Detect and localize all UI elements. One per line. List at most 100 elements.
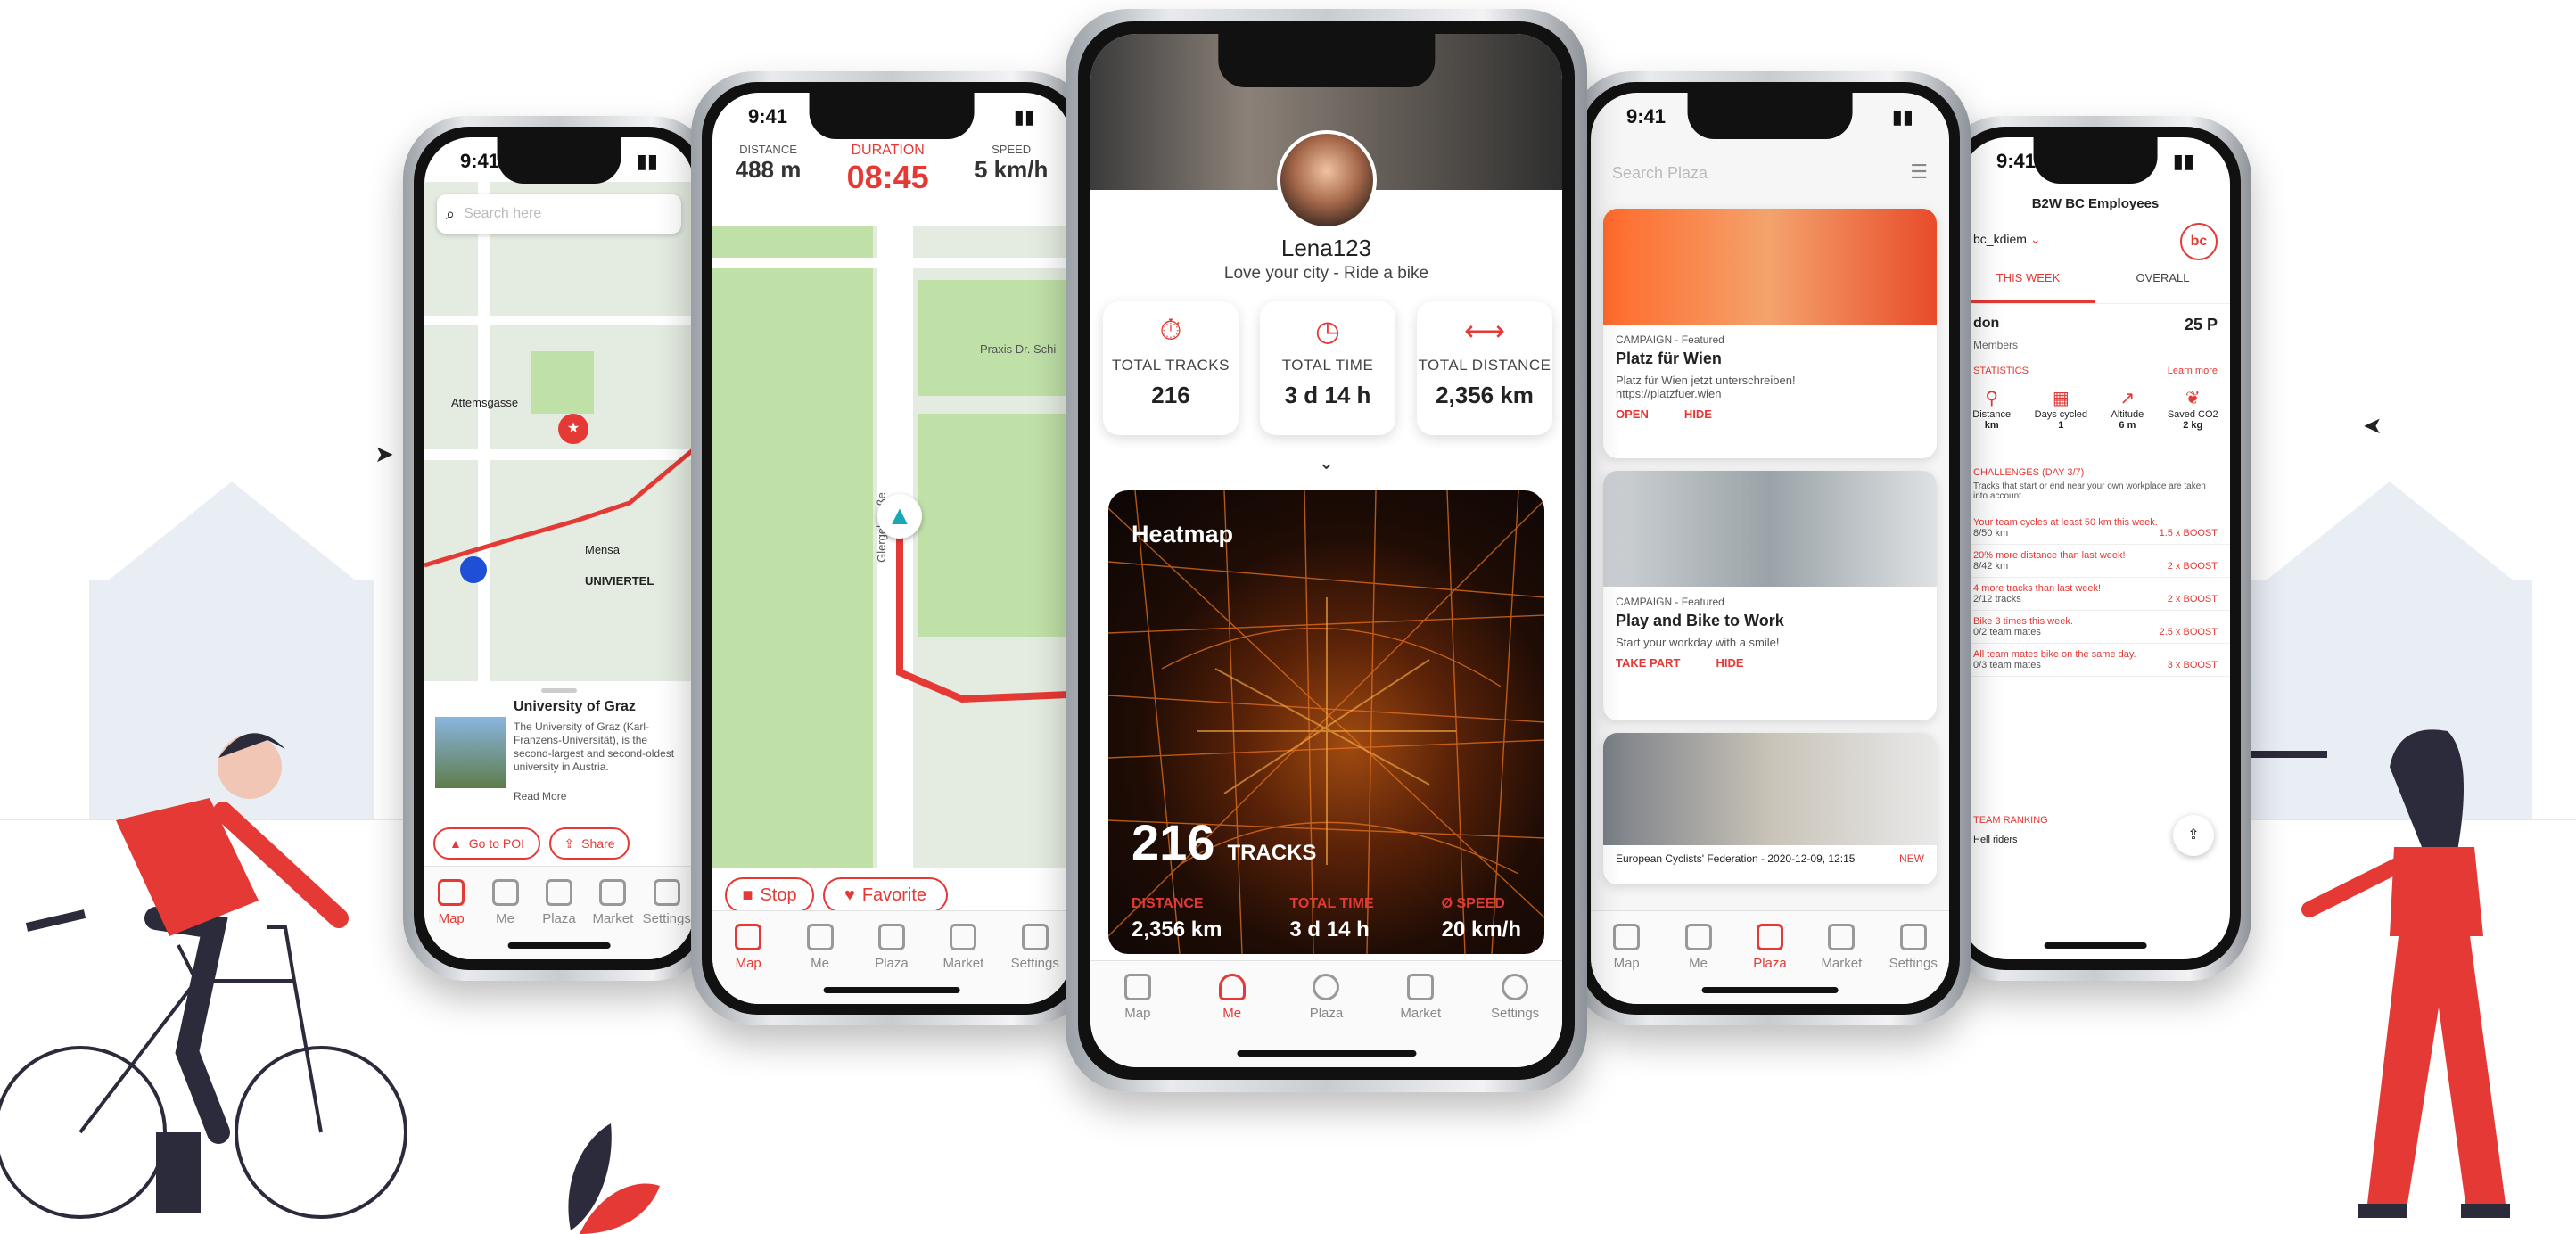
battery-icon: ▮▮: [1891, 105, 1913, 128]
tab-map[interactable]: Map: [712, 924, 784, 971]
heatmap-card[interactable]: Heatmap 216 TRACKS DISTANCE 2,356 km TOTA…: [1108, 490, 1544, 954]
tab-market[interactable]: Market: [586, 879, 639, 926]
stat-card-distance: ⟷ TOTAL DISTANCE 2,356 km: [1417, 301, 1552, 435]
challenge-item[interactable]: Bike 3 times this week. 0/2 team mates 2.5…: [1961, 611, 2230, 644]
tab-plaza[interactable]: Plaza: [856, 924, 927, 971]
take-part-button[interactable]: TAKE PART: [1616, 656, 1680, 670]
tab-market[interactable]: Market: [927, 924, 999, 971]
stat-label: Distance: [1972, 409, 2012, 420]
team-name: don: [1973, 316, 2000, 331]
phone2-screen: 9:41 ▮▮ DISTANCE 488 m DURATION 08:45 SPEED…: [712, 93, 1071, 1004]
tab-settings[interactable]: Settings: [1000, 924, 1071, 971]
challenges-description: Tracks that start or end near your own w…: [1973, 481, 2206, 501]
share-fab-icon[interactable]: ⇪: [2173, 815, 2214, 856]
status-time: 9:41: [1626, 105, 1667, 128]
challenge-item[interactable]: Your team cycles at least 50 km this wee…: [1961, 512, 2230, 545]
map-icon: [1613, 924, 1641, 950]
heat-stat-label: TOTAL TIME: [1289, 896, 1374, 911]
challenge-progress: 2/12 tracks: [1973, 594, 2021, 605]
card-text: Start your workday with a smile!: [1616, 636, 1780, 649]
challenges-header: CHALLENGES (DAY 3/7): [1973, 467, 2085, 478]
chevron-down-icon: ⌄: [2029, 232, 2041, 246]
bird-left-icon: ➤: [374, 440, 394, 467]
card-link[interactable]: https://platzfuer.wien: [1616, 387, 1924, 400]
learn-more-link[interactable]: Learn more: [2168, 366, 2218, 376]
challenge-boost: 3 x BOOST: [2167, 660, 2218, 670]
tab-this-week[interactable]: THIS WEEK: [1961, 271, 2095, 303]
tab-label: Me: [496, 911, 514, 926]
notch: [497, 137, 621, 184]
map-view[interactable]: ★ UNIVIERTEL Mensa Attemsgasse: [424, 182, 694, 681]
tab-market[interactable]: Market: [1373, 974, 1468, 1021]
woman-hair: [2390, 729, 2464, 856]
gear-icon: [653, 879, 680, 906]
tab-me[interactable]: Me: [1185, 974, 1280, 1021]
ranking-item[interactable]: Hell riders: [1973, 835, 2018, 845]
tab-settings[interactable]: Settings: [1878, 924, 1949, 971]
stop-button[interactable]: ■ Stop: [725, 877, 814, 913]
tab-map[interactable]: Map: [1090, 974, 1185, 1021]
tab-me[interactable]: Me: [478, 879, 531, 926]
navigation-map[interactable]: Praxis Dr. Schi Glergelstraße ▲: [712, 226, 1071, 868]
plaza-card[interactable]: CAMPAIGN - Featured Platz für Wien Platz…: [1603, 209, 1937, 458]
tab-plaza[interactable]: Plaza: [1280, 974, 1374, 1021]
stat-label: Days cycled: [2034, 409, 2087, 420]
tab-map[interactable]: Map: [1591, 924, 1662, 971]
tab-settings[interactable]: Settings: [640, 879, 694, 926]
tab-me[interactable]: Me: [1662, 924, 1733, 971]
tab-map[interactable]: Map: [424, 879, 478, 926]
plaza-search-input[interactable]: Search Plaza: [1612, 164, 1708, 183]
location-marker-icon[interactable]: [460, 556, 487, 583]
plaza-card[interactable]: European Cyclists' Federation - 2020-12-…: [1603, 733, 1937, 884]
search-input[interactable]: Search here: [464, 206, 541, 222]
woman-shoe-right: [2461, 1204, 2510, 1218]
tracks-label: TRACKS: [1227, 841, 1317, 865]
hide-button[interactable]: HIDE: [1716, 656, 1743, 670]
tab-label: Market: [1400, 1006, 1442, 1021]
stat-value: 2 kg: [2183, 420, 2203, 431]
tab-market[interactable]: Market: [1806, 924, 1877, 971]
tab-plaza[interactable]: Plaza: [532, 879, 586, 926]
market-icon: [950, 924, 977, 950]
stat-value: 2,356 km: [1436, 382, 1534, 408]
open-button[interactable]: OPEN: [1616, 407, 1649, 421]
go-to-poi-button[interactable]: ▲ Go to POI: [433, 827, 540, 860]
search-bar[interactable]: ⌕ Search here: [437, 194, 681, 234]
tab-label: Plaza: [1753, 956, 1787, 971]
challenge-item[interactable]: 4 more tracks than last week! 2/12 tracks…: [1961, 578, 2230, 611]
person-icon: [806, 924, 834, 950]
notch: [1687, 93, 1853, 139]
expand-chevron-icon[interactable]: ⌄: [1318, 451, 1334, 474]
plaza-card[interactable]: CAMPAIGN - Featured Play and Bike to Wor…: [1603, 471, 1937, 720]
altitude-icon: ↗: [2119, 389, 2136, 408]
team-points: 25 P: [2184, 316, 2218, 333]
map-icon: [1123, 974, 1151, 1000]
members-toggle[interactable]: Members: [1973, 339, 2018, 351]
challenge-title: 20% more distance than last week!: [1973, 550, 2126, 561]
read-more-link[interactable]: Read More: [514, 790, 566, 802]
battery-icon: ▮▮: [1013, 105, 1035, 128]
plaza-icon: [1313, 974, 1340, 1000]
tab-overall[interactable]: OVERALL: [2095, 271, 2230, 303]
tab-label: Plaza: [1309, 1006, 1344, 1021]
share-button[interactable]: ⇪ Share: [549, 827, 630, 860]
heat-stat-label: Ø SPEED: [1441, 896, 1505, 911]
favorite-button[interactable]: ♥ Favorite: [823, 877, 948, 913]
poi-marker-icon[interactable]: ★: [558, 414, 588, 444]
ranking-header: TEAM RANKING: [1973, 815, 2048, 826]
new-badge: NEW: [1899, 852, 1924, 865]
tab-me[interactable]: Me: [784, 924, 855, 971]
status-time: 9:41: [748, 105, 788, 128]
challenge-item[interactable]: All team mates bike on the same day. 0/3 …: [1961, 644, 2230, 677]
stop-label: Stop: [760, 884, 797, 905]
user-selector[interactable]: bc_kdiem ⌄: [1973, 232, 2041, 247]
tab-settings[interactable]: Settings: [1468, 974, 1562, 1021]
gear-icon: [1502, 974, 1529, 1000]
tab-plaza[interactable]: Plaza: [1734, 924, 1806, 971]
filter-icon[interactable]: ☰: [1910, 160, 1928, 184]
phone5-screen: 9:41 ▮▮ B2W BC Employees bc_kdiem ⌄ bc TH…: [1961, 137, 2230, 959]
avatar[interactable]: [1276, 130, 1377, 230]
hide-button[interactable]: HIDE: [1684, 407, 1712, 421]
challenge-progress: 8/50 km: [1973, 528, 2009, 539]
challenge-item[interactable]: 20% more distance than last week! 8/42 km…: [1961, 545, 2230, 578]
